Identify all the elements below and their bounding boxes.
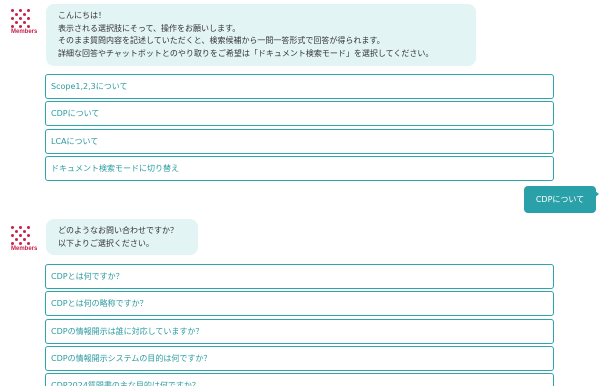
choice-scope[interactable]: Scope1,2,3について [45, 74, 554, 99]
logo-dot [27, 242, 30, 245]
bot-message-bubble: どのようなお問い合わせですか？ 以下よりご選択ください。 [46, 219, 198, 255]
logo-dot [27, 234, 30, 237]
logo-dot [11, 242, 14, 245]
logo-dot [19, 17, 22, 20]
logo-dot [19, 25, 22, 28]
logo-dot [15, 238, 18, 241]
logo-dot [11, 25, 14, 28]
bot-message-bubble: こんにちは！ 表示される選択肢にそって、操作をお願いします。 そのまま質問内容を… [46, 4, 476, 66]
user-message-tail [594, 190, 599, 198]
bot-message-line: こんにちは！ [58, 11, 106, 20]
logo-dot [23, 21, 26, 24]
logo-dot [23, 230, 26, 233]
choice-lca[interactable]: LCAについて [45, 129, 554, 154]
logo-dot [27, 25, 30, 28]
logo-dot [19, 242, 22, 245]
logo-dot [19, 9, 22, 12]
logo-dot [19, 234, 22, 237]
logo-text: Members [11, 29, 38, 35]
bot-message-line: 以下よりご選択ください。 [58, 238, 154, 248]
logo-dot [15, 21, 18, 24]
logo-dot [27, 17, 30, 20]
bot-message-line: そのまま質問内容を記述していただくと、検索候補から一問一答形式で回答が得られます… [58, 36, 385, 45]
bot-message-line: どのようなお問い合わせですか？ [58, 226, 178, 235]
logo-dot [27, 226, 30, 229]
logo-dot [11, 234, 14, 237]
logo-dot [11, 9, 14, 12]
logo-text: Members [11, 246, 38, 252]
choice-cdp[interactable]: CDPについて [45, 101, 554, 126]
choice-cdp-disclosure-purpose[interactable]: CDPの情報開示システムの目的は何ですか？ [45, 346, 554, 371]
logo-dot [27, 9, 30, 12]
logo-dot [11, 226, 14, 229]
bot-message-line: 詳細な回答やチャットボットとのやり取りをご希望は「ドキュメント検索モード」を選択… [58, 48, 434, 58]
choice-document-search-mode[interactable]: ドキュメント検索モードに切り替え [45, 156, 554, 181]
choice-cdp2024-purpose[interactable]: CDP2024質問書の主な目的は何ですか？ [45, 373, 554, 386]
user-message-bubble: CDPについて [524, 186, 596, 213]
choice-cdp-abbreviation[interactable]: CDPとは何の略称ですか？ [45, 291, 554, 316]
choice-cdp-disclosure-who[interactable]: CDPの情報開示は誰に対応していますか？ [45, 319, 554, 344]
bot-message-line: 表示される選択肢にそって、操作をお願いします。 [58, 23, 241, 33]
choice-cdp-what[interactable]: CDPとは何ですか？ [45, 264, 554, 289]
logo-dot [15, 13, 18, 16]
logo-dot [11, 17, 14, 20]
logo-dot [19, 226, 22, 229]
logo-dot [23, 13, 26, 16]
logo-dot [15, 230, 18, 233]
logo-dot [23, 238, 26, 241]
